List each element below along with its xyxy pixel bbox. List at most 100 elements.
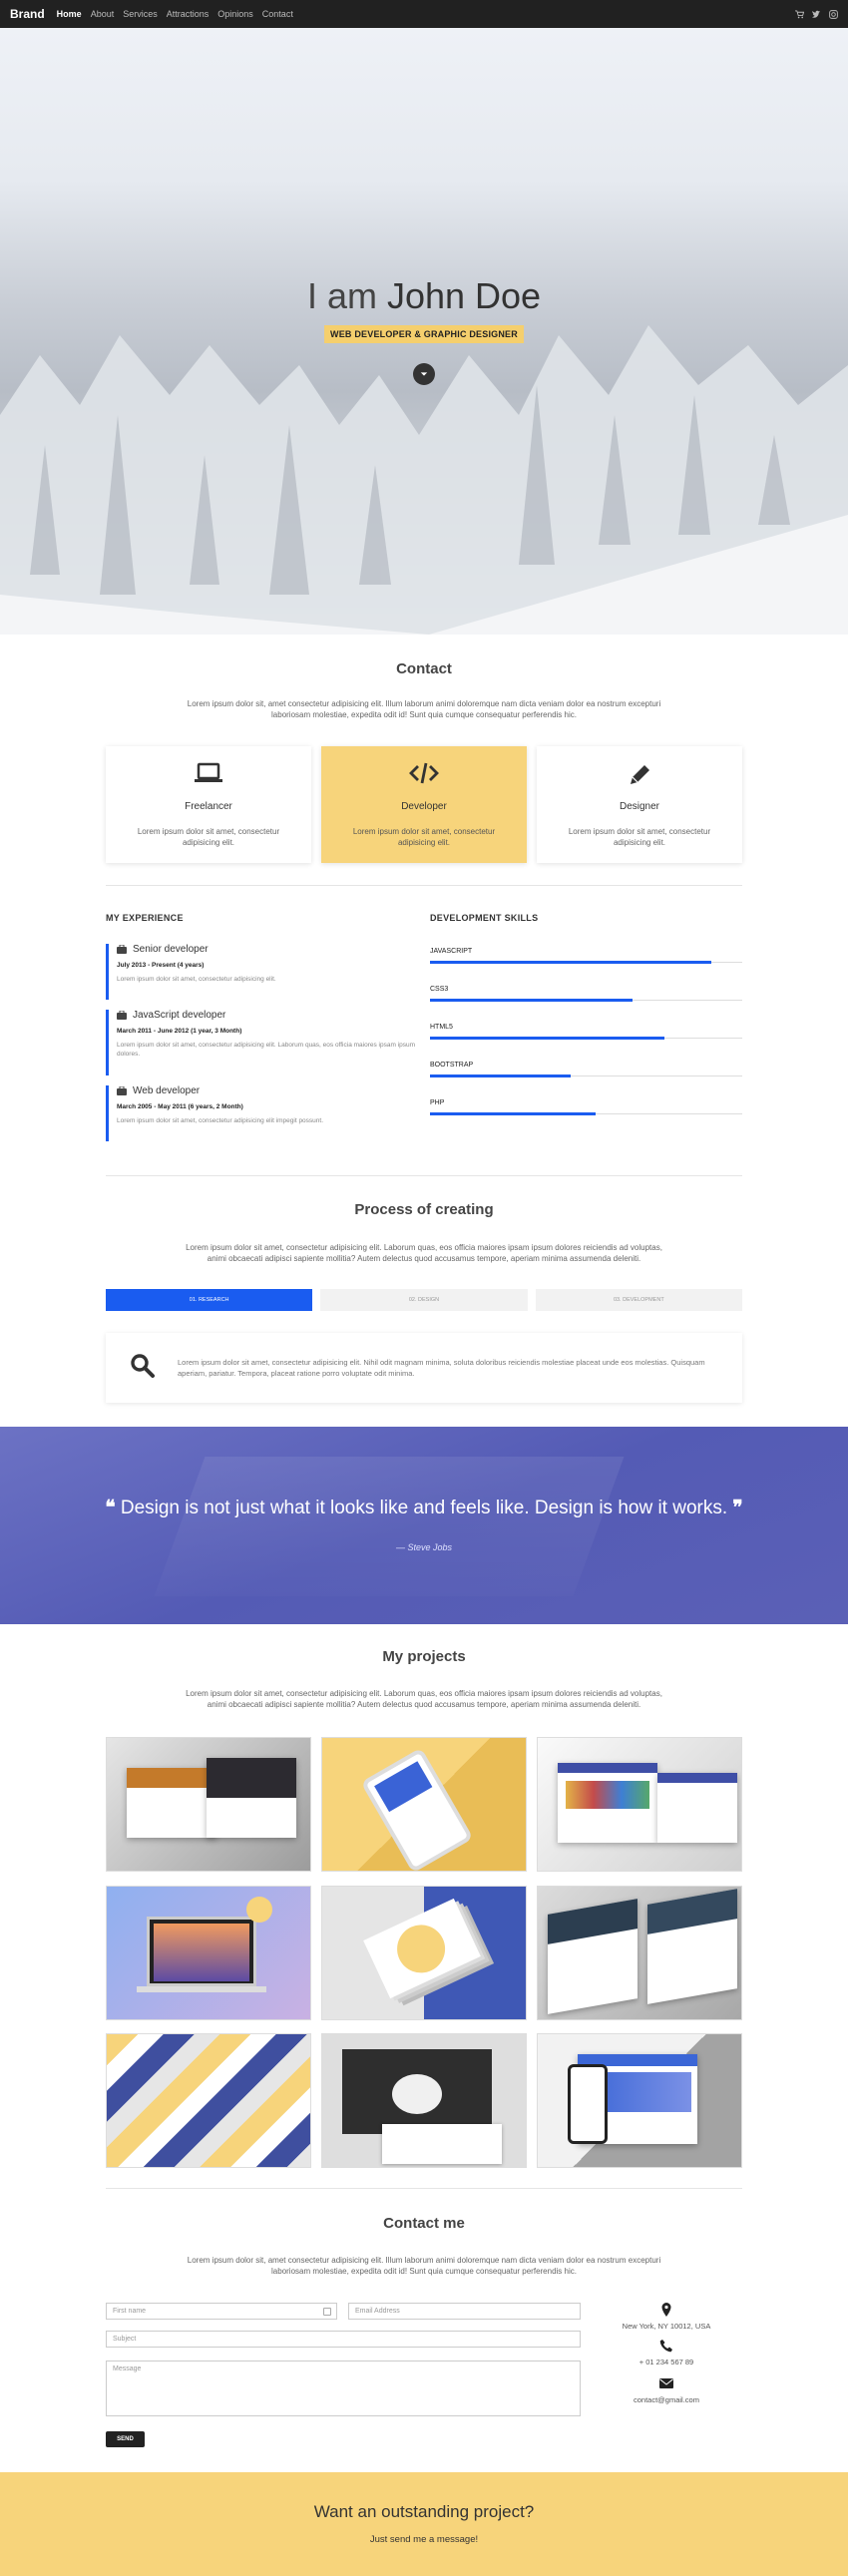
twitter-icon[interactable] [812, 10, 821, 19]
process-panel: Lorem ipsum dolor sit amet, consectetur … [106, 1333, 742, 1403]
message-placeholder: Message [113, 2365, 142, 2372]
contact-email-text[interactable]: contact@gmail.com [609, 2395, 724, 2404]
brand-logo[interactable]: Brand [10, 7, 45, 21]
process-title: Process of creating [354, 1201, 494, 1218]
service-card-title: Freelancer [185, 801, 232, 812]
tab-development[interactable]: 03. DEVELOPMENT [535, 1289, 742, 1311]
experience-desc: Lorem ipsum dolor sit amet, consectetur … [117, 1117, 324, 1124]
contact-section-title: Contact [396, 660, 452, 677]
divider [106, 885, 742, 886]
code-icon [409, 762, 439, 784]
first-name-field[interactable]: First name [106, 2303, 337, 2320]
experience-date: July 2013 - Present (4 years) [117, 962, 205, 969]
email-field[interactable]: Email Address [348, 2303, 581, 2320]
divider [106, 1175, 742, 1176]
experience-title: MY EXPERIENCE [106, 913, 184, 923]
experience-item: JavaScript developer March 2011 - June 2… [106, 1010, 423, 1075]
project-thumbnail[interactable] [321, 1886, 527, 2020]
skill-row: BOOTSTRAP [430, 1062, 742, 1077]
experience-role: Senior developer [133, 944, 209, 955]
skill-bar-track [430, 1037, 742, 1040]
skill-label: CSS3 [430, 986, 449, 993]
contact-phone-text: + 01 234 567 89 [638, 2358, 694, 2366]
instagram-icon[interactable] [829, 9, 838, 19]
skill-label: PHP [430, 1099, 445, 1106]
skill-bar-fill [430, 961, 711, 964]
process-lead: Lorem ipsum dolor sit amet, consectetur … [186, 1243, 662, 1263]
hero-section: I am John Doe WEB DEVELOPER & GRAPHIC DE… [0, 28, 848, 635]
laptop-icon [195, 762, 222, 782]
service-card-developer[interactable]: Developer Lorem ipsum dolor sit amet, co… [321, 746, 527, 863]
contact-phone: + 01 234 567 89 [609, 2339, 724, 2366]
experience-date: March 2011 - June 2012 (1 year, 3 Month) [117, 1028, 242, 1035]
quote-section: ❝ Design is not just what it looks like … [0, 1427, 848, 1624]
shopping-cart-icon[interactable] [795, 9, 805, 19]
send-button[interactable]: SEND [106, 2431, 145, 2447]
skills-title: DEVELOPMENT SKILLS [430, 913, 539, 923]
project-thumbnail[interactable] [106, 1737, 311, 1872]
project-thumbnail[interactable] [106, 1886, 311, 2020]
experience-role: JavaScript developer [133, 1010, 226, 1021]
skill-label: JAVASCRIPT [430, 948, 473, 955]
service-card-title: Designer [619, 801, 660, 812]
contact-section-lead: Lorem ipsum dolor sit, amet consectetur … [187, 699, 661, 719]
envelope-icon [659, 2378, 673, 2388]
divider [106, 2188, 742, 2189]
search-icon [131, 1354, 155, 1378]
nav-link-opinions[interactable]: Opinions [217, 9, 253, 19]
skill-row: PHP [430, 1099, 742, 1115]
footer-title: Want an outstanding project? [313, 2502, 535, 2521]
project-thumbnail[interactable] [537, 1737, 742, 1872]
subject-field[interactable]: Subject [106, 2331, 581, 2348]
quote-left-icon: ❝ [105, 1498, 116, 1518]
email-placeholder: Email Address [355, 2308, 400, 2315]
quote-text: ❝ Design is not just what it looks like … [0, 1497, 848, 1519]
snowy-forest-image [0, 325, 848, 635]
project-thumbnail[interactable] [321, 1737, 527, 1872]
skill-bar-track [430, 1112, 742, 1115]
project-thumbnail[interactable] [321, 2033, 527, 2168]
service-card-text: Lorem ipsum dolor sit amet, consectetur … [568, 827, 711, 847]
hero-tagline: WEB DEVELOPER & GRAPHIC DESIGNER [324, 325, 524, 343]
project-thumbnail[interactable] [537, 1886, 742, 2020]
first-name-placeholder: First name [113, 2308, 147, 2315]
nav-link-about[interactable]: About [91, 9, 115, 19]
experience-desc: Lorem ipsum dolor sit amet, consectetur … [117, 1042, 416, 1058]
nav-link-contact[interactable]: Contact [262, 9, 293, 19]
skill-row: CSS3 [430, 986, 742, 1002]
projects-lead: Lorem ipsum dolor sit amet, consectetur … [186, 1689, 662, 1709]
experience-role: Web developer [133, 1085, 201, 1096]
skill-bar-track [430, 1074, 742, 1077]
service-card-freelancer[interactable]: Freelancer Lorem ipsum dolor sit amet, c… [106, 746, 311, 863]
nav-link-services[interactable]: Services [123, 9, 158, 19]
skill-bar-track [430, 999, 742, 1002]
process-tabs: 01. RESEARCH 02. DESIGN 03. DEVELOPMENT [106, 1289, 742, 1311]
experience-desc: Lorem ipsum dolor sit amet, consectetur … [117, 976, 276, 983]
message-field[interactable]: Message [106, 2361, 581, 2416]
nav-link-home[interactable]: Home [57, 9, 82, 19]
service-card-title: Developer [401, 801, 447, 812]
briefcase-icon [117, 1011, 127, 1020]
skill-bar-fill [430, 1037, 664, 1040]
navbar: Brand Home About Services Attractions Op… [0, 0, 848, 28]
contact-address-text: New York, NY 10012, USA [622, 2322, 711, 2331]
scroll-down-button[interactable] [413, 363, 435, 385]
phone-icon [659, 2340, 672, 2353]
chevron-down-icon [420, 372, 428, 376]
skill-bar-fill [430, 1112, 596, 1115]
hero-title-name: John Doe [386, 275, 542, 316]
project-thumbnail[interactable] [537, 2033, 742, 2168]
project-thumbnail[interactable] [106, 2033, 311, 2168]
nav-link-attractions[interactable]: Attractions [167, 9, 210, 19]
nav-social-icons [795, 9, 838, 19]
service-card-designer[interactable]: Designer Lorem ipsum dolor sit amet, con… [537, 746, 742, 863]
id-card-icon [323, 2308, 331, 2316]
contact-me-title: Contact me [383, 2215, 465, 2232]
experience-item: Web developer March 2005 - May 2011 (6 y… [106, 1085, 423, 1141]
experience-date: March 2005 - May 2011 (6 years, 2 Month) [117, 1103, 243, 1110]
service-card-text: Lorem ipsum dolor sit amet, consectetur … [352, 827, 496, 847]
tab-design[interactable]: 02. DESIGN [320, 1289, 528, 1311]
tab-research[interactable]: 01. RESEARCH [106, 1289, 313, 1311]
hero-title-prefix: I am [306, 275, 387, 316]
experience-item: Senior developer July 2013 - Present (4 … [106, 944, 423, 1000]
